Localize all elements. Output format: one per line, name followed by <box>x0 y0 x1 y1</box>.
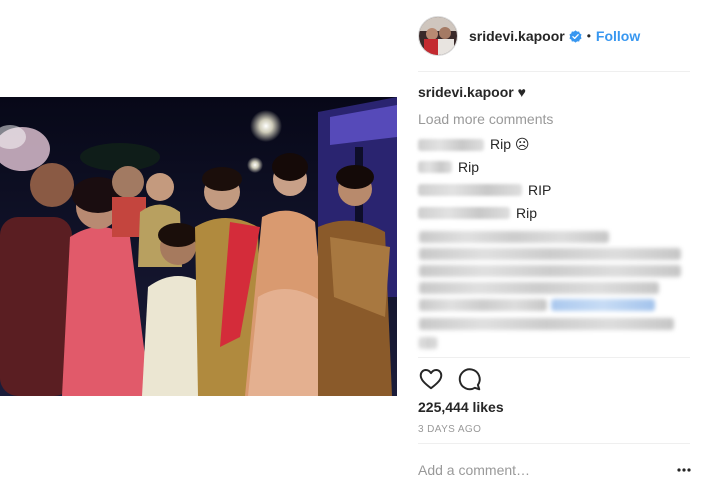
follow-button[interactable]: Follow <box>596 28 640 44</box>
comment-text: RIP <box>528 182 552 198</box>
header-divider <box>418 71 690 72</box>
load-more-comments-button[interactable]: Load more comments <box>418 111 553 127</box>
comment-icon[interactable] <box>456 366 482 392</box>
post-photo[interactable] <box>0 97 397 396</box>
comment-item: Rip <box>418 205 537 221</box>
heart-icon[interactable] <box>418 366 444 392</box>
caption-username[interactable]: sridevi.kapoor <box>418 84 514 100</box>
add-comment-input[interactable]: Add a comment… <box>418 462 530 478</box>
more-options-icon[interactable] <box>677 462 691 478</box>
post-timestamp[interactable]: 3 DAYS AGO <box>418 424 481 435</box>
comment-text: Rip ☹ <box>490 136 530 152</box>
comment-item: Rip <box>418 159 479 175</box>
blurred-commenter-name[interactable] <box>418 161 452 173</box>
post-actions <box>418 366 494 392</box>
comment-text: Rip <box>516 205 538 221</box>
caption-text: ♥ <box>517 84 526 100</box>
blurred-commenter-name[interactable] <box>418 184 522 196</box>
username-link[interactable]: sridevi.kapoor <box>469 28 565 44</box>
comment-box-divider <box>418 443 690 444</box>
avatar[interactable] <box>418 16 458 56</box>
comment-text: Rip <box>458 159 480 175</box>
group-photo-image <box>0 97 397 396</box>
separator-dot: • <box>586 29 591 43</box>
post-header: sridevi.kapoor • Follow <box>418 14 690 58</box>
blurred-commenter-name[interactable] <box>418 207 510 219</box>
verified-badge-icon <box>569 29 582 43</box>
comment-item: Rip ☹ <box>418 136 530 153</box>
post-details-panel: sridevi.kapoor • Follow sridevi.kapoor ♥… <box>397 0 704 491</box>
post-caption: sridevi.kapoor ♥ <box>418 84 526 100</box>
actions-divider <box>418 357 690 358</box>
comment-item: RIP <box>418 182 551 198</box>
avatar-image <box>419 17 457 55</box>
blurred-hashtag-link[interactable] <box>551 299 655 311</box>
blurred-commenter-name[interactable] <box>418 138 484 151</box>
likes-count[interactable]: 225,444 likes <box>418 399 504 415</box>
